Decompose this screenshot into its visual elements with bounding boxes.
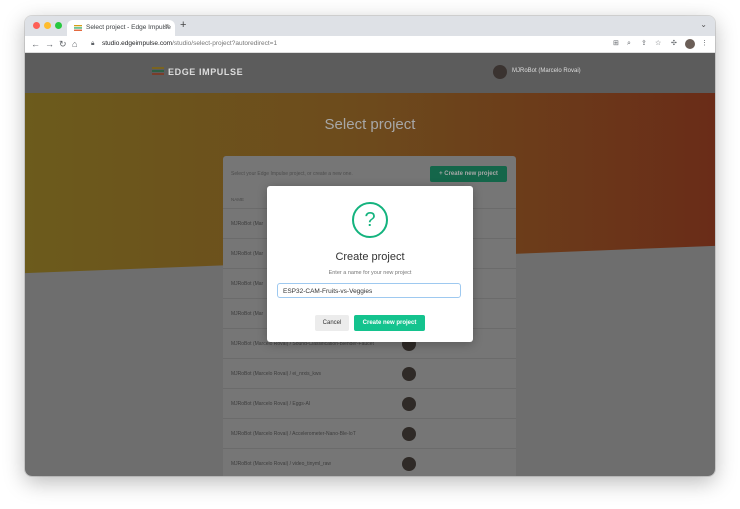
share-icon[interactable]: ⇪ xyxy=(641,39,647,49)
zoom-icon[interactable]: ⌕ xyxy=(627,39,631,49)
dialog-title: Create project xyxy=(335,251,405,263)
project-name: MJRoBot (Marcelo Rovai) / ei_nrxis_kws xyxy=(231,371,322,377)
create-project-button[interactable]: Create new project xyxy=(354,315,425,331)
project-name: MJRoBot (Mar xyxy=(231,221,264,227)
bookmark-star-icon[interactable]: ☆ xyxy=(655,39,661,49)
maximize-window-button[interactable] xyxy=(55,22,62,29)
new-tab-button[interactable]: + xyxy=(180,19,186,31)
browser-window: Select project - Edge Impulse × + ⌄ ← → … xyxy=(25,16,715,476)
project-row[interactable]: MJRoBot (Marcelo Rovai) / Accelerometer-… xyxy=(223,418,516,449)
browser-tab[interactable]: Select project - Edge Impulse × xyxy=(67,20,175,36)
reload-icon[interactable]: ↻ xyxy=(59,38,67,50)
page-title: Select project xyxy=(324,116,416,133)
extensions-puzzle-icon[interactable]: ✣ xyxy=(671,39,677,49)
browser-menu-icon[interactable]: ⋮ xyxy=(701,39,708,49)
translate-icon[interactable]: ⊞ xyxy=(613,39,619,49)
project-name: MJRoBot (Marcelo Rovai) / video_tinyml_r… xyxy=(231,461,332,467)
avatar xyxy=(402,457,416,471)
url-host: studio.edgeimpulse.com xyxy=(102,40,173,47)
user-name[interactable]: MJRoBot (Marcelo Rovai) xyxy=(512,68,581,74)
project-row[interactable]: MJRoBot (Marcelo Rovai) / video_tinyml_r… xyxy=(223,448,516,476)
lock-icon: 🔒︎ xyxy=(91,40,95,47)
site-header: EDGE IMPULSE MJRoBot (Marcelo Rovai) xyxy=(25,53,715,93)
tab-title: Select project - Edge Impulse xyxy=(86,24,171,31)
page-content: EDGE IMPULSE MJRoBot (Marcelo Rovai) Sel… xyxy=(25,53,715,476)
project-name: MJRoBot (Mar xyxy=(231,251,264,257)
edge-impulse-logo-icon[interactable] xyxy=(152,67,164,76)
project-row[interactable]: MJRoBot (Marcelo Rovai) / ei_nrxis_kws xyxy=(223,358,516,389)
card-intro: Select your Edge Impulse project, or cre… xyxy=(231,171,353,177)
brand-name[interactable]: EDGE IMPULSE xyxy=(168,67,243,77)
project-name: MJRoBot (Marcelo Rovai) / Eggs-AI xyxy=(231,401,311,407)
cancel-button[interactable]: Cancel xyxy=(315,315,349,331)
create-project-dialog: ? Create project Enter a name for your n… xyxy=(267,186,473,342)
question-mark-icon: ? xyxy=(352,202,388,238)
user-avatar[interactable] xyxy=(493,65,507,79)
create-new-project-button[interactable]: + Create new project xyxy=(430,166,507,182)
column-header-name: NAME xyxy=(231,197,245,202)
close-tab-icon[interactable]: × xyxy=(165,23,169,30)
browser-toolbar: ← → ↻ ⌂ 🔒︎ studio.edgeimpulse.com/studio… xyxy=(25,36,715,53)
avatar xyxy=(402,397,416,411)
tab-bar: Select project - Edge Impulse × + ⌄ xyxy=(25,16,715,36)
address-bar[interactable]: 🔒︎ studio.edgeimpulse.com/studio/select-… xyxy=(87,38,647,50)
profile-avatar[interactable] xyxy=(685,39,695,49)
edge-impulse-favicon-icon xyxy=(74,25,82,31)
close-window-button[interactable] xyxy=(33,22,40,29)
project-row[interactable]: MJRoBot (Marcelo Rovai) / Eggs-AI xyxy=(223,388,516,419)
dialog-subtitle: Enter a name for your new project xyxy=(328,270,412,276)
minimize-window-button[interactable] xyxy=(44,22,51,29)
project-name: MJRoBot (Mar xyxy=(231,311,264,317)
back-arrow-icon[interactable]: ← xyxy=(31,38,40,50)
forward-arrow-icon[interactable]: → xyxy=(45,38,54,50)
url-path: /studio/select-project?autoredirect=1 xyxy=(172,40,278,47)
home-icon[interactable]: ⌂ xyxy=(72,38,77,50)
project-name: MJRoBot (Mar xyxy=(231,281,264,287)
avatar xyxy=(402,367,416,381)
project-name: MJRoBot (Marcelo Rovai) / Accelerometer-… xyxy=(231,431,356,437)
avatar xyxy=(402,427,416,441)
tab-search-chevron-icon[interactable]: ⌄ xyxy=(700,20,707,29)
project-name-input[interactable]: ESP32-CAM-Fruits-vs-Veggies xyxy=(277,283,461,298)
